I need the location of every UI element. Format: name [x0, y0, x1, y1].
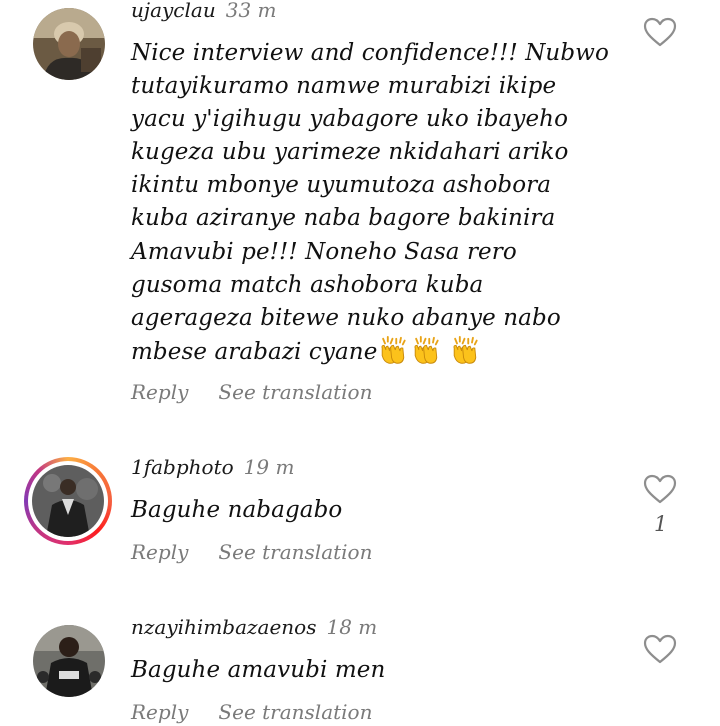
avatar: [32, 465, 104, 537]
clapping-hands-icon: [377, 335, 408, 365]
avatar[interactable]: [33, 625, 105, 697]
comment-body: Baguhe nabagabo: [131, 497, 343, 523]
comment-actions: Reply See translation: [131, 700, 372, 724]
comment-text: Nice interview and confidence!!! Nubwo t…: [131, 37, 611, 369]
comment-body: Nice interview and confidence!!! Nubwo t…: [131, 40, 609, 365]
see-translation-button[interactable]: See translation: [218, 540, 372, 564]
see-translation-button[interactable]: See translation: [218, 700, 372, 724]
comment-header: nzayihimbazaenos 18 m: [131, 615, 377, 639]
comment-actions: Reply See translation: [131, 540, 372, 564]
story-ring[interactable]: [24, 457, 112, 545]
heart-icon[interactable]: [642, 16, 678, 48]
comment-text: Baguhe nabagabo: [131, 494, 611, 527]
see-translation-button[interactable]: See translation: [218, 380, 372, 404]
username[interactable]: 1fabphoto: [131, 455, 234, 479]
comment-actions: Reply See translation: [131, 380, 372, 404]
avatar[interactable]: [33, 8, 105, 80]
clapping-hands-icon: [410, 335, 441, 365]
comment-header: 1fabphoto 19 m: [131, 455, 294, 479]
clapping-hands-icon: [449, 335, 480, 365]
timestamp: 19 m: [243, 455, 295, 479]
heart-icon[interactable]: [642, 473, 678, 505]
heart-icon[interactable]: [642, 633, 678, 665]
username[interactable]: nzayihimbazaenos: [131, 615, 317, 639]
reply-button[interactable]: Reply: [131, 700, 188, 724]
timestamp: 33 m: [225, 0, 277, 22]
username[interactable]: ujayclau: [131, 0, 216, 22]
comment-header: ujayclau 33 m: [131, 0, 277, 22]
timestamp: 18 m: [326, 615, 378, 639]
reply-button[interactable]: Reply: [131, 540, 188, 564]
comment-text: Baguhe amavubi men: [131, 654, 611, 687]
like-count: 1: [654, 512, 668, 536]
reply-button[interactable]: Reply: [131, 380, 188, 404]
comment-body: Baguhe amavubi men: [131, 657, 386, 683]
